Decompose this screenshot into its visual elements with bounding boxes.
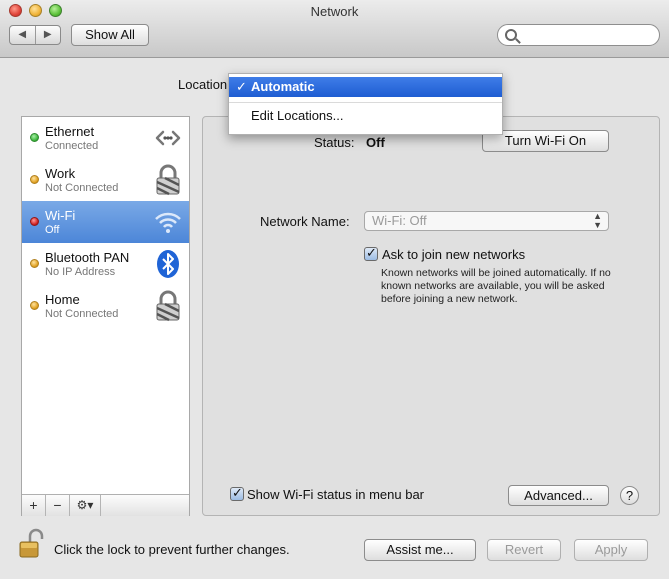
lock-icon[interactable] <box>18 528 44 560</box>
status-dot <box>30 301 39 310</box>
back-forward-control: ◀ ▶ <box>9 25 61 45</box>
window-title: Network <box>310 4 359 19</box>
show-all-button[interactable]: Show All <box>71 24 149 46</box>
location-menu[interactable]: ✓ Automatic Edit Locations... <box>228 73 503 135</box>
add-service-button[interactable]: + <box>22 495 46 516</box>
service-item-bluetooth-pan[interactable]: Bluetooth PAN No IP Address <box>22 243 189 285</box>
title-bar: Network ◀ ▶ Show All <box>0 0 669 58</box>
assist-me-button[interactable]: Assist me... <box>364 539 476 561</box>
back-arrow-icon[interactable]: ◀ <box>10 26 36 44</box>
remove-service-button[interactable]: − <box>46 495 70 516</box>
lock-icon <box>156 164 180 196</box>
revert-button[interactable]: Revert <box>487 539 561 561</box>
location-option-automatic[interactable]: ✓ Automatic <box>229 77 502 97</box>
service-item-work[interactable]: Work Not Connected <box>22 159 189 201</box>
advanced-button[interactable]: Advanced... <box>508 485 609 506</box>
ask-to-join-label: Ask to join new networks <box>382 247 526 262</box>
wifi-detail-panel <box>202 116 660 516</box>
service-list: Ethernet Connected Work Not Connected Wi… <box>21 116 190 516</box>
search-input[interactable] <box>497 24 660 46</box>
gear-icon[interactable]: ⚙▾ <box>70 495 101 516</box>
checkmark-icon: ✓ <box>236 79 247 94</box>
service-item-ethernet[interactable]: Ethernet Connected <box>22 117 189 159</box>
ask-to-join-checkbox[interactable] <box>364 245 378 261</box>
status-dot <box>30 259 39 268</box>
location-label: Location: <box>178 77 231 92</box>
apply-button[interactable]: Apply <box>574 539 648 561</box>
wifi-icon <box>155 212 181 233</box>
bluetooth-icon <box>157 250 179 278</box>
lock-icon <box>156 290 180 322</box>
ethernet-icon <box>155 130 181 146</box>
show-wifi-status-checkbox[interactable] <box>230 485 244 501</box>
lock-hint-text: Click the lock to prevent further change… <box>54 542 290 557</box>
network-name-select[interactable]: Wi-Fi: Off ▲ ▼ <box>364 211 609 231</box>
status-label: Status: <box>314 135 355 150</box>
forward-arrow-icon[interactable]: ▶ <box>36 26 61 44</box>
service-item-wifi[interactable]: Wi-Fi Off <box>22 201 189 243</box>
ask-to-join-note: Known networks will be joined automatica… <box>381 267 611 305</box>
search-icon <box>505 29 517 41</box>
show-wifi-status-label: Show Wi-Fi status in menu bar <box>247 487 425 502</box>
location-option-edit[interactable]: Edit Locations... <box>229 106 502 126</box>
service-item-home[interactable]: Home Not Connected <box>22 285 189 327</box>
service-list-toolbar: + − ⚙▾ <box>22 494 189 516</box>
network-name-label: Network Name: <box>260 214 350 229</box>
network-preferences-window: Network ◀ ▶ Show All Location: ✓ Automat… <box>0 0 669 579</box>
status-dot <box>30 175 39 184</box>
help-button[interactable]: ? <box>620 486 639 505</box>
menu-separator <box>229 102 502 103</box>
status-dot <box>30 217 39 226</box>
updown-arrows-icon: ▲ ▼ <box>593 211 602 230</box>
status-value: Off <box>366 135 385 150</box>
status-dot <box>30 133 39 142</box>
